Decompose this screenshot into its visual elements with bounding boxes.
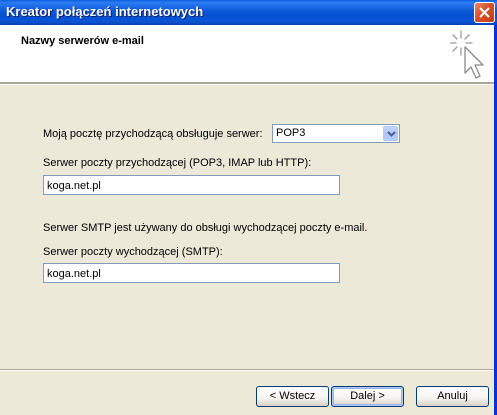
incoming-server-type-label: Moją pocztę przychodzącą obsługuje serwe… [43, 128, 263, 140]
close-button[interactable] [474, 2, 495, 23]
incoming-server-type-value: POP3 [276, 127, 306, 139]
outgoing-server-label: Serwer poczty wychodzącej (SMTP): [43, 246, 223, 258]
incoming-server-field[interactable] [43, 175, 340, 195]
wizard-sparkle-cursor-icon [450, 30, 484, 79]
back-button[interactable]: < Wstecz [256, 386, 329, 407]
incoming-server-type-select[interactable]: POP3 [272, 124, 400, 143]
footer-divider [0, 369, 497, 371]
cancel-button[interactable]: Anuluj [416, 386, 489, 407]
window-title: Kreator połączeń internetowych [6, 4, 204, 19]
outgoing-server-input[interactable] [44, 264, 339, 282]
close-icon [479, 7, 490, 18]
wizard-window: Kreator połączeń internetowych Nazwy ser… [0, 0, 497, 415]
incoming-server-label: Serwer poczty przychodzącej (POP3, IMAP … [43, 157, 312, 169]
title-bar[interactable]: Kreator połączeń internetowych [0, 0, 497, 25]
next-button[interactable]: Dalej > [331, 386, 404, 407]
header-divider [0, 82, 497, 85]
smtp-info-text: Serwer SMTP jest używany do obsługi wych… [43, 222, 368, 234]
outgoing-server-field[interactable] [43, 263, 340, 283]
dropdown-button[interactable] [383, 126, 398, 141]
incoming-server-input[interactable] [44, 176, 339, 194]
chevron-down-icon [387, 131, 396, 137]
wizard-header: Nazwy serwerów e-mail [0, 25, 497, 82]
page-title: Nazwy serwerów e-mail [21, 35, 144, 47]
